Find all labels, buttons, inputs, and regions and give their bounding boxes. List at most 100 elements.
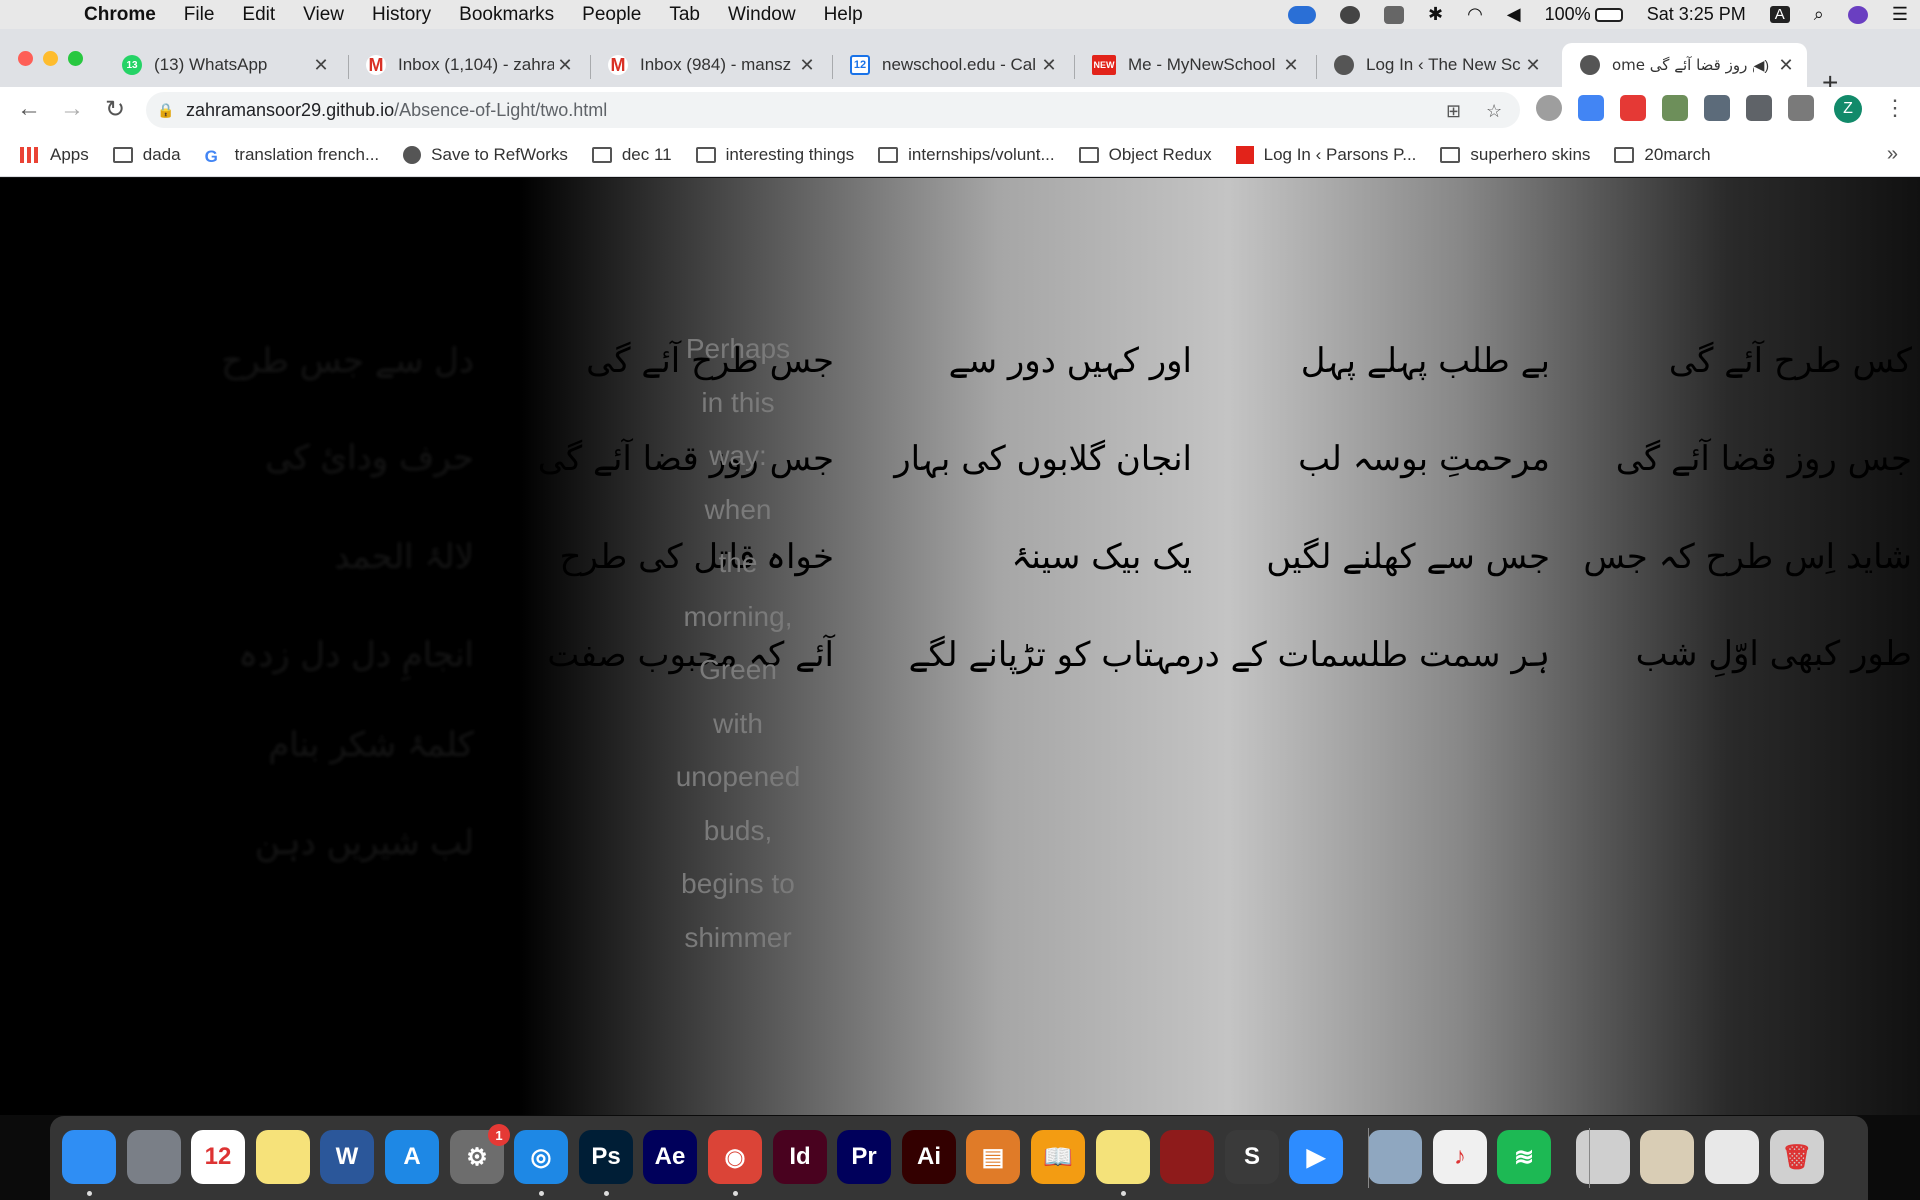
spotify-icon[interactable]: ≋ [1497, 1130, 1551, 1184]
menu-tab[interactable]: Tab [655, 4, 714, 26]
lock-icon[interactable]: 🔒 [146, 102, 186, 119]
bookmark-translation-french[interactable]: Gtranslation french... [193, 145, 392, 166]
preview-icon[interactable] [1368, 1130, 1422, 1184]
share-extension-icon[interactable] [1704, 95, 1730, 121]
bookmark-internships[interactable]: internships/volunt... [866, 145, 1066, 165]
bookmarks-overflow-icon[interactable]: » [1887, 143, 1898, 166]
menu-edit[interactable]: Edit [228, 4, 289, 26]
photo-booth-icon[interactable] [1160, 1130, 1214, 1184]
menu-file[interactable]: File [170, 4, 229, 26]
indesign-icon[interactable]: Id [773, 1130, 827, 1184]
tab-close-icon[interactable]: ✕ [1522, 55, 1544, 76]
finder-icon[interactable] [62, 1130, 116, 1184]
illustrator-icon[interactable]: Ai [902, 1130, 956, 1184]
back-icon[interactable]: ← [14, 95, 44, 123]
music-icon[interactable]: ♪ [1433, 1130, 1487, 1184]
tab-close-icon[interactable]: ✕ [1280, 55, 1302, 76]
minimize-window-button[interactable] [43, 51, 58, 66]
siri-icon[interactable] [1836, 5, 1880, 24]
keyboard-doc-icon[interactable] [1576, 1130, 1630, 1184]
bookmark-parsons-login[interactable]: Log In ‹ Parsons P... [1224, 145, 1429, 165]
bookmark-interesting-things[interactable]: interesting things [684, 145, 867, 165]
menu-people[interactable]: People [568, 4, 655, 26]
after-effects-icon[interactable]: Ae [643, 1130, 697, 1184]
chrome-menu-icon[interactable]: ⋮ [1884, 95, 1906, 121]
bookmark-superhero-skins[interactable]: superhero skins [1428, 145, 1602, 165]
slides-app-icon[interactable]: ▤ [966, 1130, 1020, 1184]
screenshot-stack-icon[interactable] [1705, 1130, 1759, 1184]
extension-lightbulb-icon[interactable] [1536, 95, 1562, 121]
zoom-window-button[interactable] [68, 51, 83, 66]
safari-icon[interactable]: ◎ [514, 1130, 568, 1184]
close-window-button[interactable] [18, 51, 33, 66]
address-bar[interactable]: 🔒 zahramansoor29.github.io/Absence-of-Li… [146, 92, 1520, 128]
app-store-icon[interactable]: A [385, 1130, 439, 1184]
bookmark-refworks[interactable]: Save to RefWorks [391, 145, 580, 165]
menu-history[interactable]: History [358, 4, 445, 26]
translate-icon[interactable]: ⊞ [1446, 101, 1461, 122]
spotlight-icon[interactable]: ⌕ [1802, 4, 1836, 25]
bookmark-20march[interactable]: 20march [1602, 145, 1722, 165]
bookmark-apps[interactable]: Apps [0, 145, 101, 165]
poem-page: دل سے جس طرح حرف ودائ کی لالۂ الحمد انجا… [0, 178, 1920, 1115]
urdu-line: یک بیک سینۂ [1011, 537, 1192, 577]
notes-icon[interactable] [256, 1130, 310, 1184]
youtube-extension-icon[interactable] [1620, 95, 1646, 121]
tab-mynewschool[interactable]: NEW Me - MyNewSchool ✕ [1070, 43, 1312, 87]
menu-help[interactable]: Help [810, 4, 877, 26]
forward-icon[interactable]: → [57, 95, 87, 123]
tab-newschool-calendar[interactable]: 12 newschool.edu - Cal ✕ [828, 43, 1070, 87]
bookmark-star-icon[interactable]: ☆ [1486, 101, 1502, 122]
tab-inbox-zahra[interactable]: M Inbox (1,104) - zahra ✕ [344, 43, 586, 87]
notification-center-icon[interactable]: ☰ [1880, 4, 1920, 25]
bookmark-dada[interactable]: dada [101, 145, 193, 165]
tab-close-icon[interactable]: ✕ [1038, 55, 1060, 76]
clock[interactable]: Sat 3:25 PM [1635, 4, 1758, 25]
books-icon[interactable]: 📖 [1031, 1130, 1085, 1184]
calendar-icon[interactable]: 12 [191, 1130, 245, 1184]
tab-whatsapp[interactable]: 13 (13) WhatsApp ✕ [100, 43, 342, 87]
document-stack-icon[interactable] [1640, 1130, 1694, 1184]
eyedropper-extension-icon[interactable] [1662, 95, 1688, 121]
menu-bookmarks[interactable]: Bookmarks [445, 4, 568, 26]
urdu-line: ہر سمت طلسمات کے در [1188, 635, 1550, 675]
extensions-puzzle-icon[interactable] [1746, 95, 1772, 121]
creative-cloud-icon[interactable] [1328, 5, 1372, 24]
display-icon[interactable] [1372, 5, 1416, 24]
tab-inbox-mansz[interactable]: M Inbox (984) - mansz ✕ [586, 43, 828, 87]
bluetooth-icon[interactable]: ✱ [1416, 4, 1455, 25]
sublime-text-icon[interactable]: S [1225, 1130, 1279, 1184]
battery-status[interactable]: 100% [1533, 4, 1635, 25]
system-preferences-icon[interactable]: ⚙ 1 [450, 1124, 510, 1184]
tab-close-icon[interactable]: ✕ [796, 55, 818, 76]
trash-icon[interactable]: 🗑 [1770, 1130, 1824, 1184]
audio-playing-icon[interactable]: ◀) [1754, 57, 1769, 74]
screen-record-icon[interactable] [1276, 5, 1328, 24]
volume-icon[interactable]: ◀ [1495, 4, 1533, 25]
dock-separator [1589, 1128, 1590, 1188]
tab-close-icon[interactable]: ✕ [1775, 55, 1797, 76]
media-control-icon[interactable] [1788, 95, 1814, 121]
tab-close-icon[interactable]: ✕ [310, 55, 332, 76]
bookmark-object-redux[interactable]: Object Redux [1067, 145, 1224, 165]
reload-icon[interactable]: ↻ [100, 95, 130, 124]
app-menu[interactable]: Chrome [70, 4, 170, 26]
premiere-icon[interactable]: Pr [837, 1130, 891, 1184]
bookmark-dec-11[interactable]: dec 11 [580, 145, 684, 165]
tab-close-icon[interactable]: ✕ [554, 55, 576, 76]
urdu-line: جس سے کھلنے لگیں [1266, 537, 1550, 577]
menu-view[interactable]: View [289, 4, 358, 26]
menu-window[interactable]: Window [714, 4, 810, 26]
stickies-icon[interactable] [1096, 1130, 1150, 1184]
launchpad-icon[interactable] [127, 1130, 181, 1184]
tab-active-poem[interactable]: ome جس روز قضا آئے گی ◀) ✕ [1562, 43, 1807, 87]
profile-avatar[interactable]: Z [1834, 95, 1862, 123]
photoshop-icon[interactable]: Ps [579, 1130, 633, 1184]
input-source[interactable]: A [1758, 6, 1802, 23]
wifi-icon[interactable]: ◠ [1455, 4, 1495, 25]
tab-login-newschool[interactable]: Log In ‹ The New Sc ✕ [1312, 43, 1554, 87]
chrome-icon[interactable]: ◉ [708, 1130, 762, 1184]
zoom-icon[interactable]: ▶ [1289, 1130, 1343, 1184]
word-icon[interactable]: W [320, 1130, 374, 1184]
google-translate-extension-icon[interactable] [1578, 95, 1604, 121]
